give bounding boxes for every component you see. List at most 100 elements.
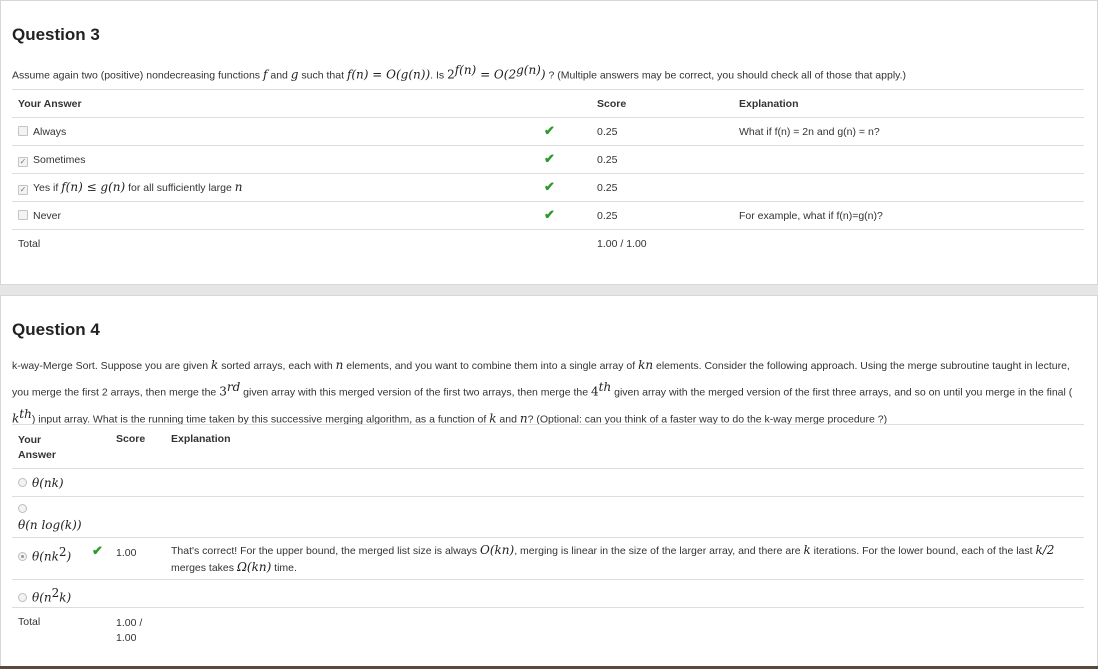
check-icon: ✔ — [92, 543, 103, 558]
option-math: θ(nk) — [32, 476, 64, 490]
col-header-score: Score — [597, 98, 627, 110]
prompt-math: th — [598, 380, 612, 394]
prompt-line: k-way-Merge Sort. Suppose you are given … — [12, 355, 1083, 377]
explanation-part: merges takes — [171, 562, 237, 574]
prompt-math: 3 — [219, 384, 227, 399]
option-math: 2 — [58, 545, 67, 559]
option-nk: θ(nk) — [18, 476, 64, 490]
option-nlogk: θ(n log(k)) — [18, 503, 82, 533]
question-3-card: Question 3 Assume again two (positive) n… — [0, 0, 1098, 285]
explanation-math: k — [803, 543, 811, 557]
prompt-text: given array with this merged version of … — [240, 386, 591, 399]
question-3-title: Question 3 — [12, 25, 100, 44]
radio-icon — [18, 592, 27, 602]
col-header-explanation: Explanation — [171, 433, 231, 445]
explanation-math: Ω(kn) — [236, 560, 272, 574]
checkbox-icon: ✓ — [18, 185, 28, 195]
prompt-text: you merge the first 2 arrays, then merge… — [12, 386, 220, 399]
explanation-text: That's correct! For the upper bound, the… — [171, 542, 1071, 576]
radio-icon — [18, 478, 27, 487]
table-row: θ(nk2) ✔ 1.00 That's correct! For the up… — [12, 537, 1084, 579]
question-3-prompt: Assume again two (positive) nondecreasin… — [12, 60, 1083, 87]
question-4-results-table: Your Answer Score Explanation θ(nk) θ(n … — [12, 424, 1084, 654]
check-icon: ✔ — [544, 123, 555, 138]
prompt-text: ? (Multiple answers may be correct, you … — [545, 69, 907, 82]
col-header-answer: Your Answer — [18, 433, 56, 463]
prompt-text: elements. Consider the following approac… — [653, 360, 1070, 372]
question-4-title: Question 4 — [12, 320, 100, 339]
score-value: 0.25 — [597, 210, 618, 222]
answer-yes-if: ✓ Yes if f(n) ≤ g(n) for all sufficiently… — [18, 180, 242, 195]
prompt-text: k-way-Merge Sort. Suppose you are given — [12, 360, 212, 372]
answer-math: f(n) ≤ g(n) — [61, 180, 126, 194]
score-value: 0.25 — [597, 126, 618, 138]
prompt-math: = O(2 — [476, 67, 517, 82]
table-row: θ(n log(k)) — [12, 496, 1084, 537]
prompt-math: kn — [638, 358, 654, 372]
checkbox-icon: ✓ — [18, 157, 28, 167]
prompt-math: g(n) — [516, 63, 541, 77]
col-header-explanation: Explanation — [739, 98, 799, 110]
option-math: θ(n log(k)) — [18, 518, 82, 532]
answer-never: Never — [18, 210, 61, 222]
explanation-math: k/2 — [1035, 543, 1055, 557]
radio-icon — [18, 504, 27, 513]
option-nk2: θ(nk2) — [18, 545, 71, 564]
prompt-text: . Is — [430, 69, 448, 82]
prompt-text: such that — [298, 69, 347, 82]
col-header-answer-line: Your — [18, 434, 42, 446]
checkbox-icon — [18, 210, 28, 220]
table-header-row: Your Answer Score Explanation — [12, 424, 1084, 468]
check-icon: ✔ — [544, 179, 555, 194]
total-score-line: 1.00 — [116, 632, 137, 644]
prompt-text: elements, and you want to combine them i… — [343, 360, 639, 372]
answer-label: Never — [33, 210, 62, 222]
prompt-line: you merge the first 2 arrays, then merge… — [12, 377, 1083, 404]
explanation-text: For example, what if f(n)=g(n)? — [739, 210, 883, 222]
answer-label: Sometimes — [33, 154, 86, 166]
prompt-math: n — [519, 411, 528, 425]
explanation-text: What if f(n) = 2n and g(n) = n? — [739, 126, 880, 138]
total-label: Total — [18, 238, 41, 250]
table-row: θ(n2k) — [12, 579, 1084, 607]
score-value: 0.25 — [597, 182, 618, 194]
answer-label: Always — [33, 126, 67, 138]
total-score: 1.00 / 1.00 — [597, 238, 647, 250]
explanation-part: iterations. For the lower bound, each of… — [810, 545, 1036, 557]
question-3-results-table: Your Answer Score Explanation Always ✔ 0… — [12, 89, 1084, 257]
question-4-card: Question 4 k-way-Merge Sort. Suppose you… — [0, 295, 1098, 669]
table-row: Never ✔ 0.25 For example, what if f(n)=g… — [12, 201, 1084, 229]
prompt-math: th — [19, 406, 32, 421]
option-math: θ(nk — [32, 549, 59, 564]
answer-label: for all sufficiently large — [125, 182, 235, 194]
prompt-text: given array with the merged version of t… — [611, 386, 1073, 399]
question-4-prompt: k-way-Merge Sort. Suppose you are given … — [12, 355, 1083, 430]
answer-sometimes: ✓ Sometimes — [18, 154, 86, 167]
check-icon: ✔ — [544, 151, 555, 166]
prompt-math: f(n) — [454, 63, 477, 77]
answer-always: Always — [18, 126, 66, 138]
col-header-answer-line: Answer — [18, 449, 56, 461]
explanation-part: , merging is linear in the size of the l… — [514, 545, 804, 557]
explanation-part: That's correct! For the upper bound, the… — [171, 545, 480, 557]
prompt-text: Assume again two (positive) nondecreasin… — [12, 69, 263, 82]
option-n2k: θ(n2k) — [18, 586, 71, 605]
explanation-math: O(kn) — [479, 543, 515, 557]
prompt-math: rd — [226, 380, 241, 394]
table-total-row: Total 1.00 / 1.00 — [12, 229, 1084, 257]
prompt-math: f(n) = O(g(n)) — [346, 67, 431, 82]
total-score-line: 1.00 / — [116, 617, 143, 629]
total-score: 1.00 / 1.00 — [116, 616, 142, 646]
table-row: θ(nk) — [12, 468, 1084, 496]
explanation-part: time. — [271, 562, 297, 574]
table-total-row: Total 1.00 / 1.00 — [12, 607, 1084, 652]
option-math: ) — [66, 549, 72, 564]
answer-label: Yes if — [33, 182, 62, 194]
prompt-math: 4 — [591, 384, 599, 399]
score-value: 1.00 — [116, 547, 137, 559]
table-row: Always ✔ 0.25 What if f(n) = 2n and g(n)… — [12, 117, 1084, 145]
radio-icon — [18, 551, 27, 561]
table-row: ✓ Sometimes ✔ 0.25 — [12, 145, 1084, 173]
col-header-score: Score — [116, 433, 146, 445]
table-row: ✓ Yes if f(n) ≤ g(n) for all sufficiently… — [12, 173, 1084, 201]
